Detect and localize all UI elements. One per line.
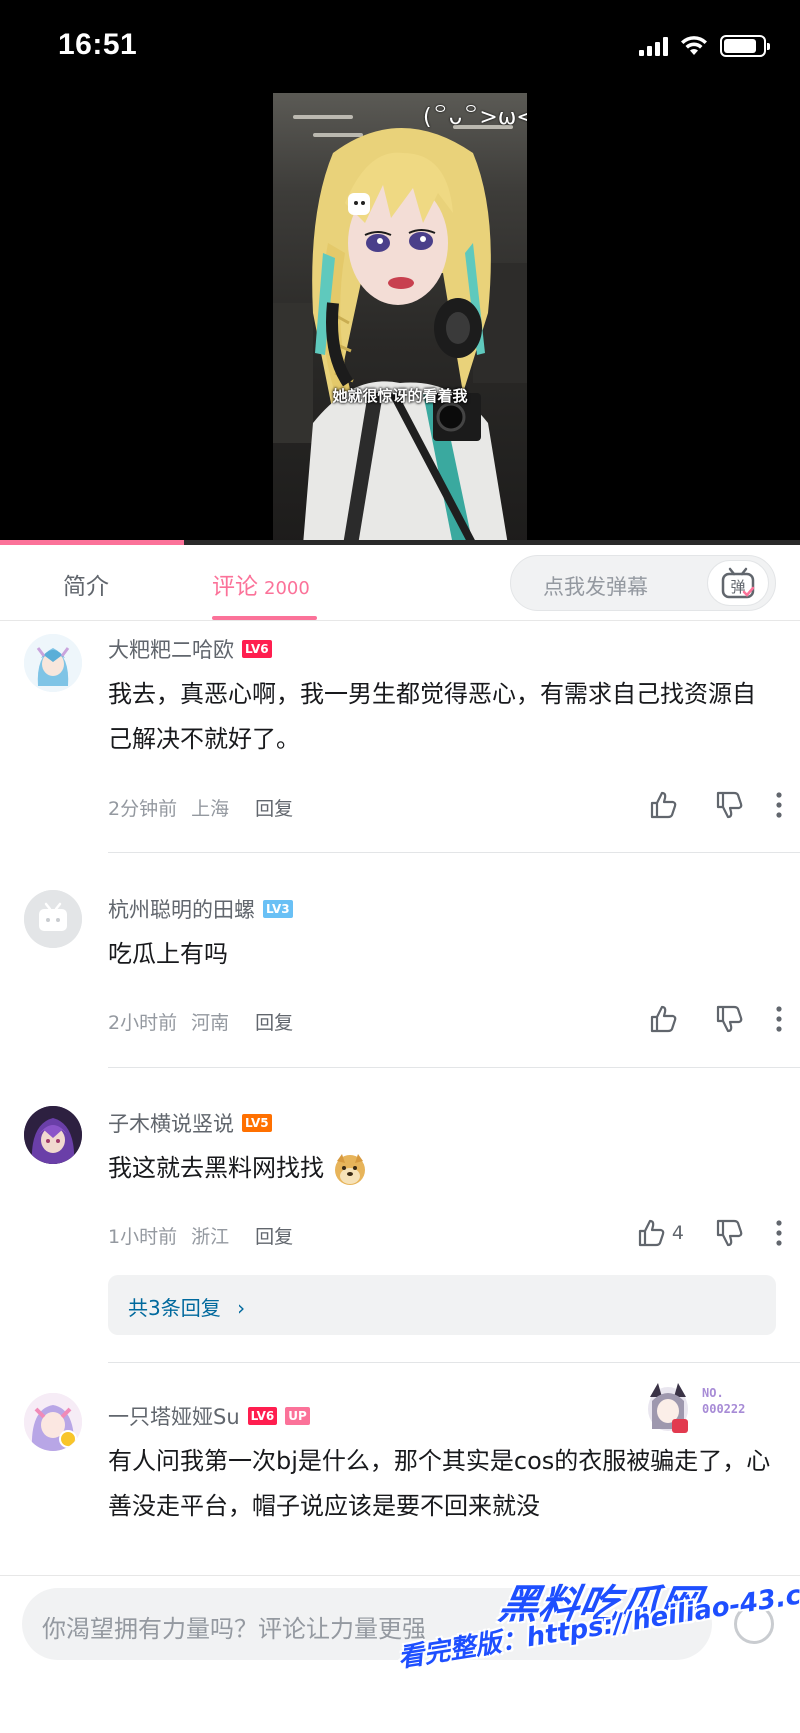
- video-sticker-text: (꒪ᴗ꒪>ω<)✧: [423, 105, 527, 130]
- comment-item: 杭州聪明的田螺 LV3 吃瓜上有吗 2小时前 河南 回复: [0, 854, 800, 1068]
- comment-time: 1小时前: [108, 1226, 178, 1248]
- thumbs-down-icon: [716, 791, 743, 819]
- chevron-right-icon: ›: [237, 1296, 246, 1320]
- avatar[interactable]: [24, 1393, 82, 1451]
- avatar[interactable]: [24, 634, 82, 692]
- view-replies-label: 共3条回复: [128, 1296, 221, 1320]
- comment-header: 杭州聪明的田螺 LV3: [108, 894, 293, 924]
- video-frame[interactable]: (꒪ᴗ꒪>ω<)✧ 她就很惊讶的看着我: [273, 93, 527, 545]
- like-button[interactable]: [648, 1004, 684, 1034]
- level-badge: LV5: [242, 1114, 272, 1132]
- comment-divider: [108, 852, 800, 853]
- sub-replies-box[interactable]: 共3条回复 ›: [108, 1275, 776, 1335]
- comment-text: 吃瓜上有吗: [108, 940, 228, 968]
- battery-level: [724, 39, 757, 53]
- comment-username[interactable]: 杭州聪明的田螺: [108, 894, 255, 924]
- default-avatar-icon: [24, 890, 82, 948]
- comment-username[interactable]: 子木横说竖说: [108, 1108, 234, 1138]
- more-button[interactable]: [774, 1219, 784, 1247]
- comment-actions: [648, 790, 784, 820]
- danmaku-placeholder: 点我发弹幕: [543, 575, 648, 599]
- more-button[interactable]: [774, 791, 784, 819]
- up-badge: UP: [285, 1407, 310, 1425]
- comment-item: 大粑粑二哈欧 LV6 我去，真恶心啊，我一男生都觉得恶心，有需求自己找资源自己解…: [0, 622, 800, 854]
- thumbs-up-icon: [650, 1005, 677, 1033]
- fan-medal-image: [648, 1383, 688, 1433]
- active-tab-indicator: [212, 616, 317, 620]
- comment-header: 子木横说竖说 LV5: [108, 1108, 272, 1138]
- battery-icon: [720, 35, 770, 57]
- comment-input[interactable]: 你渴望拥有力量吗？评论让力量更强: [22, 1588, 712, 1660]
- comment-location: 上海: [191, 798, 230, 820]
- comment-location: 河南: [191, 1012, 230, 1034]
- avatar-image: [24, 634, 82, 692]
- comment-meta: 1小时前 浙江 回复: [108, 1222, 293, 1249]
- danmaku-icon-glyph: 弹: [730, 578, 745, 596]
- thumbs-up-icon: [650, 791, 677, 819]
- like-count: 4: [671, 1222, 684, 1244]
- dislike-button[interactable]: [714, 790, 744, 820]
- reply-button[interactable]: 回复: [255, 1222, 293, 1249]
- comment-time: 2小时前: [108, 1012, 178, 1034]
- danmaku-input[interactable]: 点我发弹幕 弹: [510, 555, 776, 611]
- comment-text: 有人问我第一次bj是什么，那个其实是cos的衣服被骗走了，心善没走平台，帽子说应…: [108, 1447, 771, 1520]
- comment-text: 我去，真恶心啊，我一男生都觉得恶心，有需求自己找资源自己解决不就好了。: [108, 680, 756, 753]
- comment-text: 我这就去黑料网找找: [108, 1154, 324, 1182]
- tab-comments-count: 2000: [264, 578, 310, 599]
- thumbs-down-icon: [716, 1219, 743, 1247]
- comment-meta: 2小时前 河南 回复: [108, 1008, 293, 1035]
- level-badge: LV3: [263, 900, 293, 918]
- comment-item: 一只塔娅娅Su LV6 UP NO. 000222 有人问我第一次bj是什么，那…: [0, 1363, 800, 1575]
- emoji-button[interactable]: [734, 1604, 774, 1644]
- level-badge: LV6: [247, 1407, 278, 1425]
- view-replies-link[interactable]: 共3条回复 ›: [128, 1292, 245, 1321]
- tab-comments-label: 评论: [212, 574, 258, 600]
- tab-bar: 简介 评论 2000 点我发弹幕 弹: [0, 545, 800, 621]
- comment-actions: [648, 1004, 784, 1034]
- thumbs-down-icon: [716, 1005, 743, 1033]
- fan-medal-number: NO. 000222: [702, 1386, 746, 1416]
- danmaku-toggle-button[interactable]: 弹: [707, 560, 769, 606]
- more-button[interactable]: [774, 1005, 784, 1033]
- video-player[interactable]: 16:51 (꒪ᴗ꒪>ω< 她就很惊讶的看着我: [0, 0, 800, 545]
- comment-location: 浙江: [191, 1226, 230, 1248]
- level-badge: LV6: [242, 640, 272, 658]
- doge-emoji-icon: [335, 1153, 365, 1185]
- cellular-signal-icon: [639, 36, 668, 56]
- reply-button[interactable]: 回复: [255, 794, 293, 821]
- video-caption: 她就很惊讶的看着我: [332, 387, 468, 405]
- reply-button[interactable]: 回复: [255, 1008, 293, 1035]
- avatar-image: [24, 1106, 82, 1164]
- comment-item: 子木横说竖说 LV5 我这就去黑料网找找 1小时前 浙江 回复 4 共3条回复: [0, 1068, 800, 1363]
- status-time: 16:51: [58, 28, 138, 61]
- comment-text-row: 我这就去黑料网找找: [108, 1146, 778, 1191]
- tab-comments[interactable]: 评论 2000: [212, 567, 310, 601]
- like-button[interactable]: [648, 790, 684, 820]
- avatar-image: [24, 1393, 82, 1451]
- thumbs-up-icon: [638, 1219, 665, 1247]
- video-thumbnail-image: [273, 128, 527, 545]
- comment-time: 2分钟前: [108, 798, 178, 820]
- status-icons: [639, 34, 770, 58]
- danmaku-tv-icon: 弹: [721, 567, 755, 599]
- dislike-button[interactable]: [714, 1004, 744, 1034]
- tab-intro[interactable]: 简介: [63, 567, 109, 601]
- like-button[interactable]: 4: [636, 1218, 684, 1248]
- avatar[interactable]: [24, 1106, 82, 1164]
- comment-username[interactable]: 一只塔娅娅Su: [108, 1401, 240, 1431]
- comment-header: 大粑粑二哈欧 LV6: [108, 634, 272, 664]
- comment-input-bar: 你渴望拥有力量吗？评论让力量更强: [0, 1575, 800, 1733]
- comment-meta: 2分钟前 上海 回复: [108, 794, 293, 821]
- fan-medal-badge[interactable]: NO. 000222: [642, 1379, 774, 1435]
- comment-actions: 4: [636, 1218, 784, 1248]
- comment-input-placeholder: 你渴望拥有力量吗？评论让力量更强: [42, 1615, 426, 1643]
- more-vertical-icon: [776, 1006, 782, 1032]
- comment-username[interactable]: 大粑粑二哈欧: [108, 634, 234, 664]
- dislike-button[interactable]: [714, 1218, 744, 1248]
- more-vertical-icon: [776, 1220, 782, 1246]
- wifi-icon: [681, 36, 707, 55]
- comment-header: 一只塔娅娅Su LV6 UP: [108, 1401, 310, 1431]
- avatar[interactable]: [24, 890, 82, 948]
- more-vertical-icon: [776, 792, 782, 818]
